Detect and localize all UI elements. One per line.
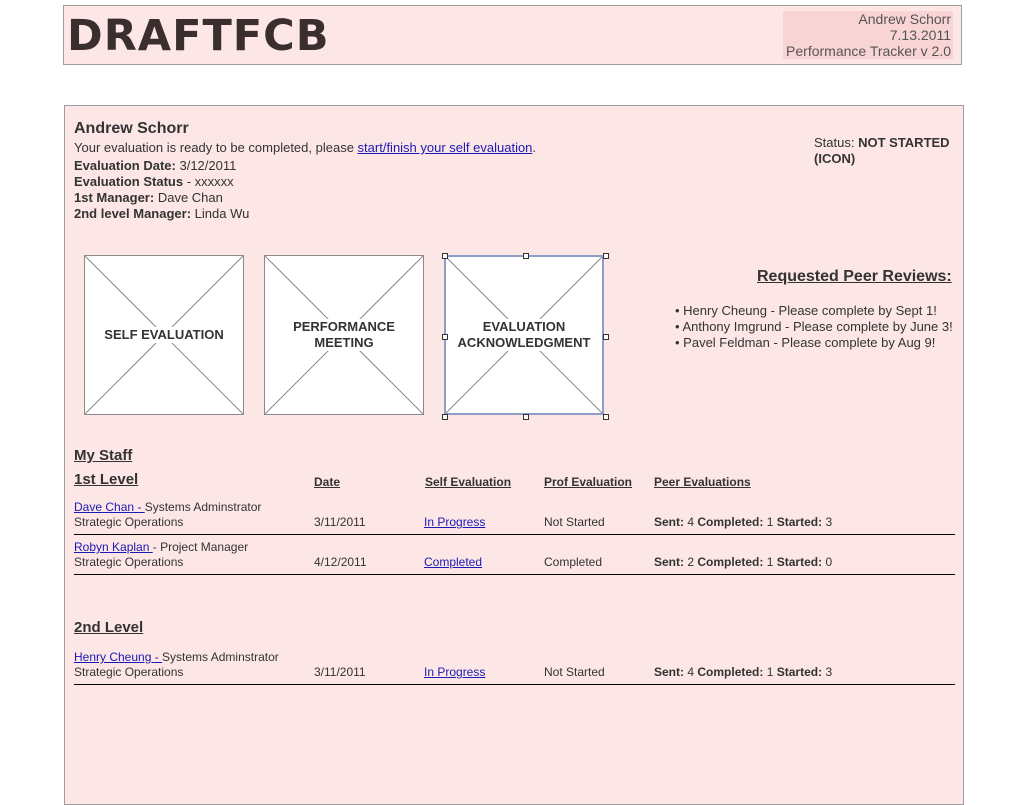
second-level-manager: 2nd level Manager: Linda Wu bbox=[74, 206, 250, 221]
staff-eval-date: 3/11/2011 bbox=[314, 515, 366, 529]
evaluation-acknowledgment-card[interactable]: EVALUATION ACKNOWLEDGMENT bbox=[442, 253, 609, 420]
header-user-name: Andrew Schorr bbox=[858, 11, 951, 27]
header-app-version: Performance Tracker v 2.0 bbox=[786, 43, 951, 59]
staff-eval-date: 4/12/2011 bbox=[314, 555, 367, 569]
staff-name-link[interactable]: Dave Chan - bbox=[74, 500, 145, 514]
column-header-peer-evaluations[interactable]: Peer Evaluations bbox=[654, 475, 751, 489]
resize-handle[interactable] bbox=[523, 414, 529, 420]
column-header-self-evaluation[interactable]: Self Evaluation bbox=[425, 475, 511, 489]
first-level-title: 1st Level bbox=[74, 471, 139, 488]
staff-name-link[interactable]: Henry Cheung - bbox=[74, 650, 162, 664]
card-label: PERFORMANCE MEETING bbox=[289, 319, 399, 351]
staff-eval-date: 3/11/2011 bbox=[314, 665, 366, 679]
row-divider bbox=[74, 574, 955, 575]
requested-peer-reviews-title: Requested Peer Reviews: bbox=[757, 268, 952, 285]
peer-review-item: • Anthony Imgrund - Please complete by J… bbox=[675, 319, 953, 334]
second-level-title: 2nd Level bbox=[74, 619, 144, 636]
staff-department: Strategic Operations bbox=[74, 665, 184, 679]
staff-role: - Project Manager bbox=[152, 540, 249, 554]
employee-name: Andrew Schorr bbox=[74, 120, 189, 137]
staff-name-link[interactable]: Robyn Kaplan bbox=[74, 540, 153, 554]
peer-review-list: • Henry Cheung - Please complete by Sept… bbox=[675, 303, 953, 351]
self-evaluation-link[interactable]: In Progress bbox=[424, 665, 485, 679]
first-manager: 1st Manager: Dave Chan bbox=[74, 190, 223, 205]
resize-handle[interactable] bbox=[603, 414, 609, 420]
start-self-evaluation-link[interactable]: start/finish your self evaluation bbox=[358, 140, 533, 155]
peer-evaluation-counts: Sent: 4 Completed: 1 Started: 3 bbox=[654, 665, 833, 679]
peer-review-item: • Pavel Feldman - Please complete by Aug… bbox=[675, 335, 936, 350]
staff-role: Systems Adminstrator bbox=[144, 500, 262, 514]
self-evaluation-link[interactable]: Completed bbox=[424, 555, 482, 569]
prof-evaluation-status: Not Started bbox=[544, 515, 605, 529]
peer-evaluation-counts: Sent: 2 Completed: 1 Started: 0 bbox=[654, 555, 833, 569]
staff-role: Systems Adminstrator bbox=[162, 650, 279, 664]
main-panel: Andrew Schorr Your evaluation is ready t… bbox=[64, 105, 964, 805]
draftfcb-logo: DRAFTFCB bbox=[67, 11, 330, 61]
row-divider bbox=[74, 534, 955, 535]
resize-handle[interactable] bbox=[523, 253, 529, 259]
column-header-prof-evaluation[interactable]: Prof Evaluation bbox=[544, 475, 632, 489]
staff-department: Strategic Operations bbox=[74, 515, 184, 529]
app-header: DRAFTFCB Andrew Schorr 7.13.2011 Perform… bbox=[63, 5, 962, 65]
staff-department: Strategic Operations bbox=[74, 555, 184, 569]
status-value: NOT STARTED bbox=[858, 135, 950, 150]
resize-handle[interactable] bbox=[603, 253, 609, 259]
peer-evaluation-counts: Sent: 4 Completed: 1 Started: 3 bbox=[654, 515, 833, 529]
evaluation-notice: Your evaluation is ready to be completed… bbox=[74, 140, 537, 155]
resize-handle[interactable] bbox=[442, 334, 448, 340]
resize-handle[interactable] bbox=[442, 414, 448, 420]
card-label: SELF EVALUATION bbox=[100, 327, 228, 343]
header-user-info: Andrew Schorr 7.13.2011 Performance Trac… bbox=[783, 11, 953, 59]
resize-handle[interactable] bbox=[442, 253, 448, 259]
prof-evaluation-status: Not Started bbox=[544, 665, 605, 679]
evaluation-status: Evaluation Status - xxxxxx bbox=[74, 174, 234, 189]
peer-review-item: • Henry Cheung - Please complete by Sept… bbox=[675, 303, 937, 318]
self-evaluation-card[interactable]: SELF EVALUATION bbox=[84, 255, 244, 415]
self-evaluation-link[interactable]: In Progress bbox=[424, 515, 485, 529]
resize-handle[interactable] bbox=[603, 334, 609, 340]
header-date: 7.13.2011 bbox=[889, 27, 951, 43]
card-label: EVALUATION ACKNOWLEDGMENT bbox=[453, 319, 595, 351]
my-staff-title: My Staff bbox=[74, 447, 133, 464]
column-header-date[interactable]: Date bbox=[314, 475, 340, 489]
status-icon-placeholder: (ICON) bbox=[814, 151, 856, 166]
performance-meeting-card[interactable]: PERFORMANCE MEETING bbox=[264, 255, 424, 415]
row-divider bbox=[74, 684, 955, 685]
evaluation-date: Evaluation Date: 3/12/2011 bbox=[74, 158, 237, 173]
status-block: Status: NOT STARTED (ICON) bbox=[814, 135, 950, 166]
prof-evaluation-status: Completed bbox=[544, 555, 603, 569]
